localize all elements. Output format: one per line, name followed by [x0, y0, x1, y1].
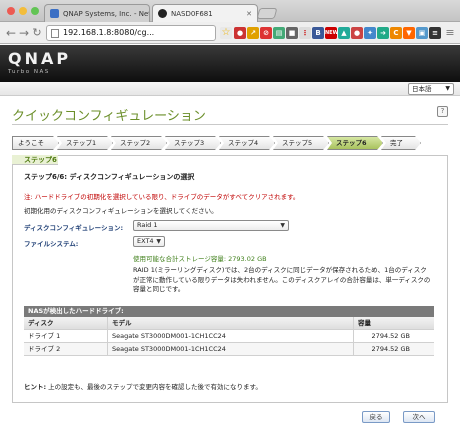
- language-select[interactable]: 日本語 ▼: [408, 83, 454, 95]
- cell-model: Seagate ST3000DM001-1CH1CC24: [108, 330, 354, 342]
- back-button[interactable]: 戻る: [362, 411, 390, 423]
- camera-icon[interactable]: ■: [286, 27, 298, 39]
- step-finish[interactable]: 完了: [381, 136, 421, 150]
- stop-icon[interactable]: ⊘: [260, 27, 272, 39]
- column-header-disk: ディスク: [24, 317, 108, 329]
- next-button[interactable]: 次へ: [403, 411, 435, 423]
- dots-icon[interactable]: ⋮: [299, 27, 311, 39]
- qnap-header: QNAP Turbo NAS: [0, 45, 460, 82]
- table-row: ドライブ 1 Seagate ST3000DM001-1CH1CC24 2794…: [24, 330, 434, 343]
- table-title: NASが検出したハードドライブ:: [24, 306, 434, 317]
- browser-tab-qnap[interactable]: QNAP Systems, Inc. - Netw ✕: [44, 4, 150, 22]
- warning-text: 注: ハードドライブの初期化を選択している限り、ドライブのデータがすべてクリアさ…: [24, 193, 300, 201]
- step-1[interactable]: ステップ1: [57, 136, 113, 150]
- language-value: 日本語: [412, 85, 432, 93]
- tab-label: NASD0F681: [171, 9, 213, 18]
- chart-icon[interactable]: ▤: [273, 27, 285, 39]
- browser-tab-nas[interactable]: NASD0F681 ✕: [152, 4, 258, 22]
- qnap-favicon-icon: [50, 9, 59, 18]
- bookmark-star-icon[interactable]: ☆: [220, 27, 232, 39]
- cell-model: Seagate ST3000DM001-1CH1CC24: [108, 343, 354, 355]
- arrow-icon[interactable]: ➜: [377, 27, 389, 39]
- disk-config-label: ディスクコンフィギュレーション:: [24, 224, 124, 232]
- twitter-icon[interactable]: ✦: [364, 27, 376, 39]
- table-header: ディスク モデル 容量: [24, 317, 434, 330]
- qnap-logo: QNAP: [8, 49, 72, 68]
- step-3[interactable]: ステップ3: [165, 136, 221, 150]
- column-header-capacity: 容量: [358, 319, 371, 327]
- tab-close-icon[interactable]: ✕: [243, 10, 252, 18]
- new-badge-icon[interactable]: NEW: [325, 27, 338, 39]
- hint-body: 上の設定も、最後のステップで変更内容を確認した後で有効になります。: [46, 383, 262, 391]
- wizard-steps: ようこそ ステップ1 ステップ2 ステップ3 ステップ4 ステップ5 ステップ6…: [12, 136, 452, 150]
- filesystem-select[interactable]: EXT4 ▼: [133, 236, 165, 247]
- vlc-icon[interactable]: ▼: [403, 27, 415, 39]
- column-header-model: モデル: [108, 317, 354, 329]
- disk-config-select[interactable]: Raid 1 ▼: [133, 220, 289, 231]
- address-text: 192.168.1.8:8080/cg...: [63, 28, 155, 37]
- cell-disk: ドライブ 1: [24, 330, 108, 342]
- browser-toolbar: ← → ↻ 192.168.1.8:8080/cg... ☆ ● ↗ ⊘ ▤ ■…: [0, 22, 460, 44]
- filesystem-label: ファイルシステム:: [24, 240, 79, 248]
- step-4[interactable]: ステップ4: [219, 136, 275, 150]
- capacity-text: 使用可能な合計ストレージ容量: 2793.02 GB: [133, 255, 267, 263]
- forward-arrow-icon[interactable]: →: [17, 26, 31, 40]
- tab-label: QNAP Systems, Inc. - Netw: [63, 9, 150, 18]
- section-title: ステップ6/6: ディスクコンフィギュレーションの選択: [24, 173, 195, 181]
- layers-icon[interactable]: ≡: [429, 27, 441, 39]
- honey-icon[interactable]: ↗: [247, 27, 259, 39]
- hint-text: ヒント: 上の設定も、最後のステップで変更内容を確認した後で有効になります。: [24, 381, 262, 391]
- chevron-down-icon: ▼: [156, 238, 161, 245]
- car-icon[interactable]: ▲: [338, 27, 350, 39]
- address-bar[interactable]: 192.168.1.8:8080/cg...: [46, 25, 216, 41]
- table-row: ドライブ 2 Seagate ST3000DM001-1CH1CC24 2794…: [24, 343, 434, 356]
- description-text: 初期化用のディスクコンフィギュレーションを選択してください。: [24, 207, 218, 215]
- cell-capacity: 2794.52 GB: [371, 332, 410, 340]
- filesystem-value: EXT4: [137, 237, 154, 245]
- image-icon[interactable]: ▣: [416, 27, 428, 39]
- window-minimize-button[interactable]: [19, 7, 27, 15]
- drives-table: NASが検出したハードドライブ: ディスク モデル 容量 ドライブ 1 Seag…: [24, 306, 434, 356]
- step-2[interactable]: ステップ2: [111, 136, 167, 150]
- page-title: クイックコンフィギュレーション: [12, 109, 206, 124]
- cell-capacity: 2794.52 GB: [371, 345, 410, 353]
- browser-tab-bar: QNAP Systems, Inc. - Netw ✕ NASD0F681 ✕: [0, 0, 460, 22]
- window-zoom-button[interactable]: [31, 7, 39, 15]
- chevron-down-icon: ▼: [280, 222, 285, 229]
- cell-disk: ドライブ 2: [24, 343, 108, 355]
- reload-icon[interactable]: ↻: [30, 26, 44, 40]
- page-icon: [51, 29, 59, 38]
- step-5[interactable]: ステップ5: [273, 136, 329, 150]
- chevron-down-icon: ▼: [445, 85, 450, 92]
- raid-description: RAID 1(ミラーリングディスク)では、2台のディスクに同じデータが保存される…: [133, 266, 431, 293]
- new-tab-button[interactable]: [256, 8, 278, 19]
- disk-config-value: Raid 1: [137, 221, 158, 229]
- help-icon[interactable]: ?: [437, 106, 448, 117]
- step-6[interactable]: ステップ6: [327, 136, 383, 150]
- abp-icon[interactable]: ●: [234, 27, 246, 39]
- hint-label: ヒント:: [24, 383, 47, 391]
- qnap-favicon-icon: [158, 9, 167, 18]
- back-arrow-icon[interactable]: ←: [4, 26, 18, 40]
- globe-icon[interactable]: ●: [351, 27, 363, 39]
- c-icon[interactable]: C: [390, 27, 402, 39]
- bookmark-b-icon[interactable]: B: [312, 27, 324, 39]
- panel-tab: ステップ6: [12, 155, 58, 165]
- divider: [12, 124, 448, 125]
- language-bar: 日本語 ▼: [0, 82, 460, 96]
- step-welcome[interactable]: ようこそ: [12, 136, 59, 150]
- window-close-button[interactable]: [7, 7, 15, 15]
- menu-icon[interactable]: ≡: [443, 26, 457, 40]
- product-subtitle: Turbo NAS: [8, 69, 50, 75]
